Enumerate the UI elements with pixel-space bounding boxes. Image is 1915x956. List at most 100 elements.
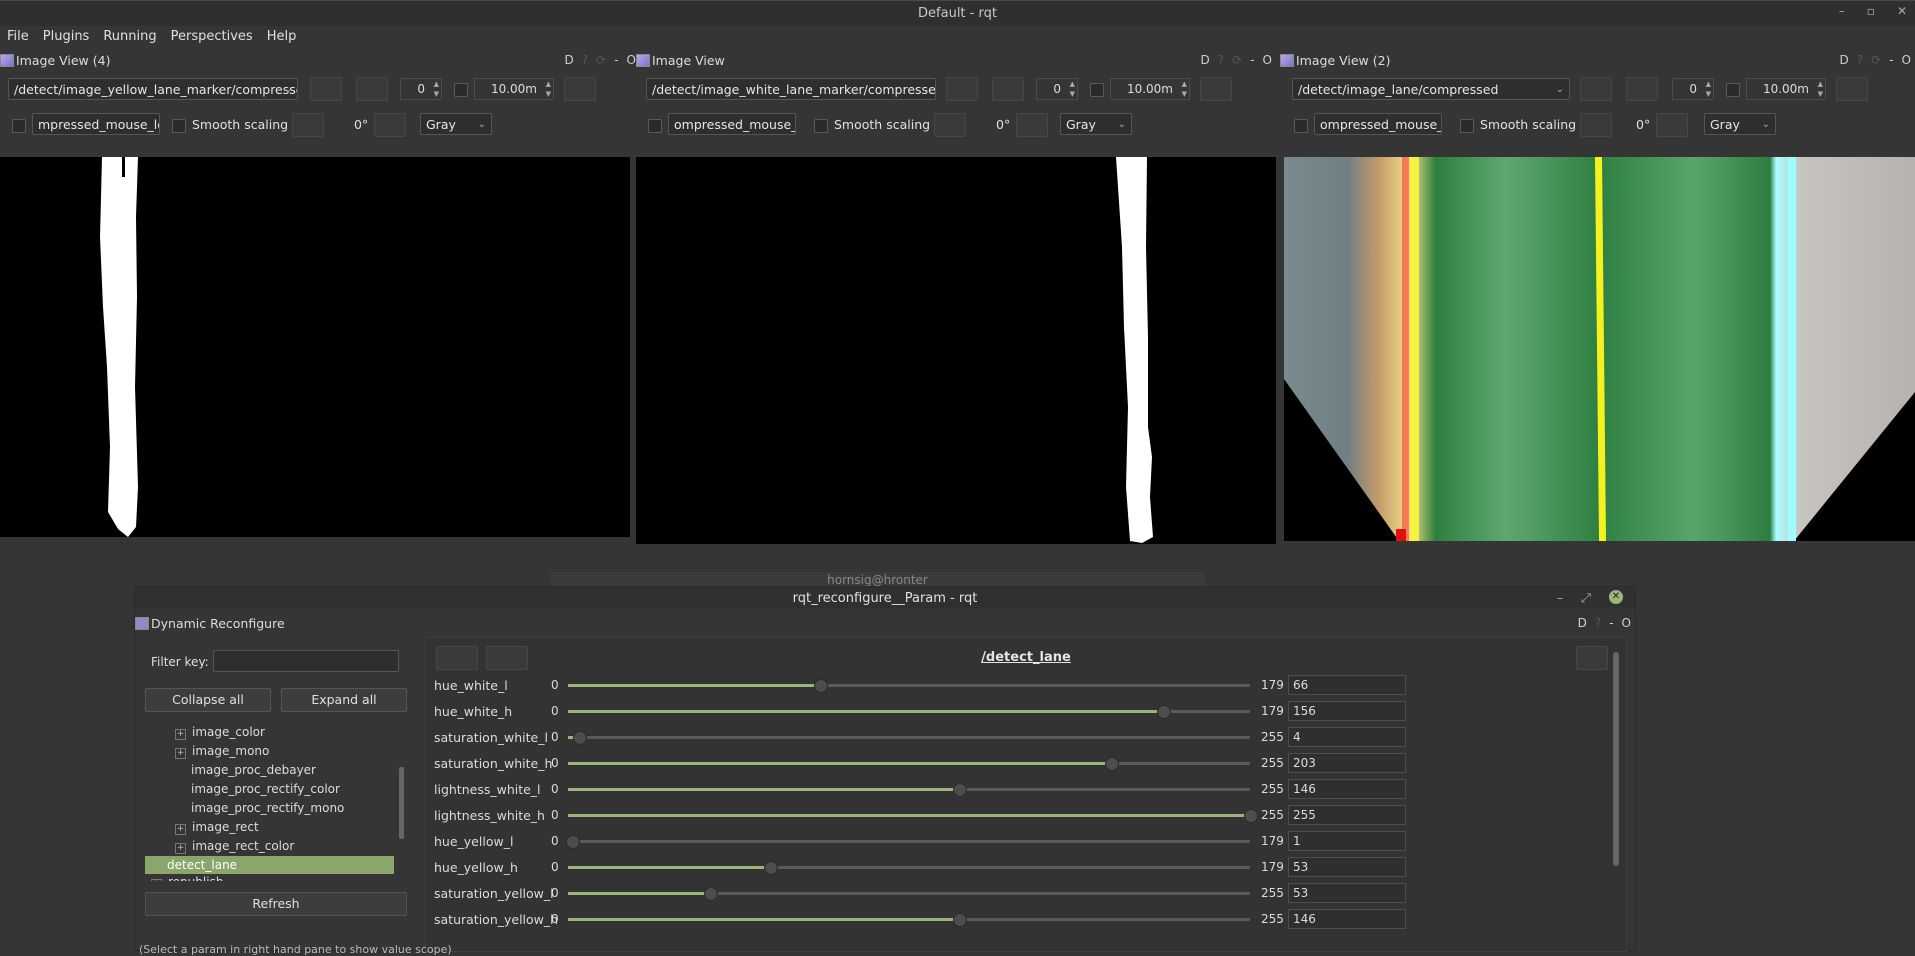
mouse-publish-checkbox[interactable] xyxy=(1294,119,1308,133)
minimize-button[interactable]: - xyxy=(1889,53,1893,67)
zoom-button[interactable] xyxy=(992,77,1024,101)
slider-handle[interactable] xyxy=(952,913,967,927)
menu-plugins[interactable]: Plugins xyxy=(36,26,97,50)
close-icon[interactable]: ✕ xyxy=(1609,590,1623,604)
time-checkbox[interactable] xyxy=(454,83,468,97)
help-icon[interactable]: ? xyxy=(1857,53,1863,67)
save-image-button[interactable] xyxy=(564,77,596,101)
param-slider[interactable] xyxy=(568,679,1250,693)
close-panel-button[interactable]: O xyxy=(1263,53,1272,67)
close-panel-button[interactable]: O xyxy=(1902,53,1911,67)
expand-all-button[interactable]: Expand all xyxy=(281,688,407,712)
time-spinbox[interactable]: 10.00m ▲ ▼ xyxy=(1746,78,1826,100)
help-icon[interactable]: ? xyxy=(582,53,588,67)
mouse-publish-checkbox[interactable] xyxy=(648,119,662,133)
param-slider[interactable] xyxy=(568,757,1250,771)
tree-item[interactable]: image_proc_rectify_color xyxy=(191,782,340,796)
restore-icon[interactable]: ⤢ xyxy=(1581,590,1591,606)
reload-icon[interactable]: ⟳ xyxy=(596,53,606,67)
minimize-icon[interactable]: – xyxy=(1839,4,1845,18)
param-slider[interactable] xyxy=(568,913,1250,927)
minimize-icon[interactable]: – xyxy=(1557,590,1563,605)
spin-box[interactable]: 0 ▲ ▼ xyxy=(400,78,442,100)
topic-select[interactable]: /detect/image_yellow_lane_marker/compres… xyxy=(8,78,298,100)
tree-item-selected[interactable]: detect_lane xyxy=(145,856,394,874)
dock-button[interactable]: D xyxy=(1201,53,1210,67)
close-panel-button[interactable]: O xyxy=(627,53,636,67)
param-value-input[interactable]: 53 xyxy=(1288,883,1406,903)
param-slider[interactable] xyxy=(568,783,1250,797)
slider-handle[interactable] xyxy=(1244,809,1258,823)
colormap-select[interactable]: Gray ⌄ xyxy=(420,113,492,135)
refresh-topics-button[interactable] xyxy=(1580,77,1612,101)
time-checkbox[interactable] xyxy=(1726,83,1740,97)
dock-button[interactable]: D xyxy=(1578,616,1587,630)
refresh-topics-button[interactable] xyxy=(946,77,978,101)
param-slider[interactable] xyxy=(568,809,1258,823)
tree-item[interactable]: image_proc_debayer xyxy=(191,763,316,777)
slider-handle[interactable] xyxy=(566,835,581,849)
param-value-input[interactable]: 1 xyxy=(1288,831,1406,851)
spin-box[interactable]: 0 ▲ ▼ xyxy=(1672,78,1714,100)
slider-handle[interactable] xyxy=(572,731,587,745)
param-value-input[interactable]: 146 xyxy=(1288,779,1406,799)
param-slider[interactable] xyxy=(568,887,1250,901)
smooth-scaling-checkbox[interactable] xyxy=(1460,119,1474,133)
slider-handle[interactable] xyxy=(1104,757,1119,771)
reload-icon[interactable]: ⟳ xyxy=(1871,53,1881,67)
param-value-input[interactable]: 255 xyxy=(1288,805,1406,825)
tree-item[interactable]: + image_rect_color xyxy=(175,839,294,854)
zoom-button[interactable] xyxy=(1626,77,1658,101)
param-value-input[interactable]: 146 xyxy=(1288,909,1406,929)
rotate-left-button[interactable] xyxy=(1580,113,1612,137)
colormap-select[interactable]: Gray ⌄ xyxy=(1060,113,1132,135)
param-slider[interactable] xyxy=(568,705,1250,719)
param-value-input[interactable]: 4 xyxy=(1288,727,1406,747)
rotate-right-button[interactable] xyxy=(374,113,406,137)
param-value-input[interactable]: 53 xyxy=(1288,857,1406,877)
param-slider[interactable] xyxy=(568,731,1250,745)
topic-select[interactable]: /detect/image_white_lane_marker/compress… xyxy=(646,78,936,100)
param-value-input[interactable]: 66 xyxy=(1288,675,1406,695)
slider-handle[interactable] xyxy=(952,783,967,797)
dock-button[interactable]: D xyxy=(565,53,574,67)
rotate-left-button[interactable] xyxy=(934,113,966,137)
time-spinbox[interactable]: 10.00m ▲ ▼ xyxy=(1110,78,1190,100)
slider-handle[interactable] xyxy=(813,679,828,693)
close-panel-button[interactable]: O xyxy=(1622,616,1631,630)
colormap-select[interactable]: Gray ⌄ xyxy=(1704,113,1776,135)
menu-file[interactable]: File xyxy=(0,26,36,50)
maximize-icon[interactable]: ▫ xyxy=(1867,4,1875,18)
refresh-topics-button[interactable] xyxy=(310,77,342,101)
topic-select[interactable]: /detect/image_lane/compressed ⌄ xyxy=(1292,78,1570,100)
help-icon[interactable]: ? xyxy=(1595,616,1601,630)
save-image-button[interactable] xyxy=(1200,77,1232,101)
spin-box[interactable]: 0 ▲ ▼ xyxy=(1036,78,1078,100)
rotate-right-button[interactable] xyxy=(1656,113,1688,137)
param-value-input[interactable]: 156 xyxy=(1288,701,1406,721)
param-slider[interactable] xyxy=(568,861,1250,875)
zoom-button[interactable] xyxy=(356,77,388,101)
menu-perspectives[interactable]: Perspectives xyxy=(164,26,260,50)
filter-key-input[interactable] xyxy=(213,650,399,672)
tree-item[interactable]: image_proc_rectify_mono xyxy=(191,801,344,815)
mouse-publish-checkbox[interactable] xyxy=(12,119,26,133)
tree-item[interactable]: +republish xyxy=(151,875,223,881)
menu-help[interactable]: Help xyxy=(260,26,304,50)
save-image-button[interactable] xyxy=(1836,77,1868,101)
mouse-topic-field[interactable]: mpressed_mouse_left xyxy=(32,113,160,135)
reload-icon[interactable]: ⟳ xyxy=(1232,53,1242,67)
menu-running[interactable]: Running xyxy=(96,26,163,50)
slider-handle[interactable] xyxy=(763,861,778,875)
minimize-button[interactable]: - xyxy=(1250,53,1254,67)
collapse-all-button[interactable]: Collapse all xyxy=(145,688,271,712)
close-node-button[interactable] xyxy=(1576,646,1608,670)
help-icon[interactable]: ? xyxy=(1218,53,1224,67)
minimize-button[interactable]: - xyxy=(614,53,618,67)
tree-item[interactable]: + image_color xyxy=(175,725,265,740)
param-scrollbar[interactable] xyxy=(1613,652,1619,866)
mouse-topic-field[interactable]: ompressed_mouse_left xyxy=(1314,113,1442,135)
slider-handle[interactable] xyxy=(1156,705,1171,719)
smooth-scaling-checkbox[interactable] xyxy=(172,119,186,133)
mouse-topic-field[interactable]: ompressed_mouse_left xyxy=(668,113,796,135)
